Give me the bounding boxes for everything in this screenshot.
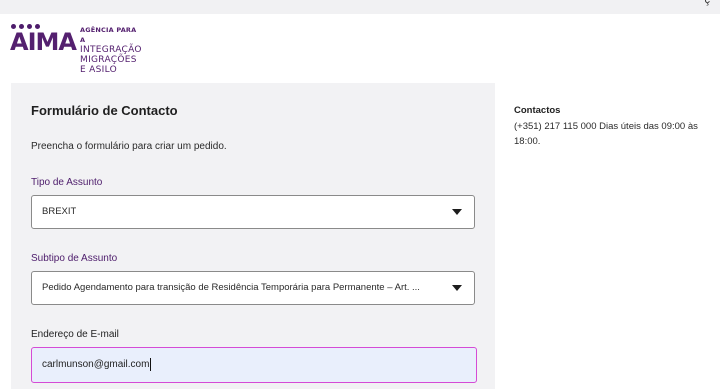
email-field-value: carlmunson@gmail.com (42, 357, 152, 371)
form-title: Formulário de Contacto (31, 103, 178, 118)
logo-line-3: MIGRAÇÕES E ASILO (80, 55, 137, 75)
tipo-assunto-label: Tipo de Assunto (31, 177, 103, 188)
subtipo-assunto-value: Pedido Agendamento para transição de Res… (42, 282, 420, 293)
subtipo-assunto-select[interactable]: Pedido Agendamento para transição de Res… (31, 271, 475, 305)
logo-wordmark: AIMA (10, 28, 77, 56)
contacts-title: Contactos (514, 105, 561, 116)
logo-tagline: AGÊNCIA PARA A INTEGRAÇÃO MIGRAÇÕES E AS… (80, 25, 142, 75)
top-bar: ç (0, 0, 720, 14)
contact-form-panel: Formulário de Contacto Preencha o formul… (11, 83, 495, 389)
email-label: Endereço de E-mail (31, 329, 119, 340)
tipo-assunto-value: BREXIT (42, 206, 77, 217)
tipo-assunto-select[interactable]: BREXIT (31, 195, 475, 229)
contacts-section: Contactos (+351) 217 115 000 Dias úteis … (514, 105, 714, 149)
subtipo-assunto-label: Subtipo de Assunto (31, 253, 118, 264)
email-field[interactable]: carlmunson@gmail.com (31, 347, 477, 383)
contacts-hours-text: (+351) 217 115 000 Dias úteis das 09:00 … (514, 121, 698, 147)
text-cursor (150, 357, 152, 371)
top-bar-glyph: ç (704, 0, 711, 6)
caret-down-icon (452, 285, 462, 291)
form-intro-text: Preencha o formulário para criar um pedi… (31, 141, 227, 152)
logo-line-1: AGÊNCIA PARA A (80, 26, 137, 44)
logo-line-2: INTEGRAÇÃO (80, 45, 142, 55)
caret-down-icon (452, 209, 462, 215)
